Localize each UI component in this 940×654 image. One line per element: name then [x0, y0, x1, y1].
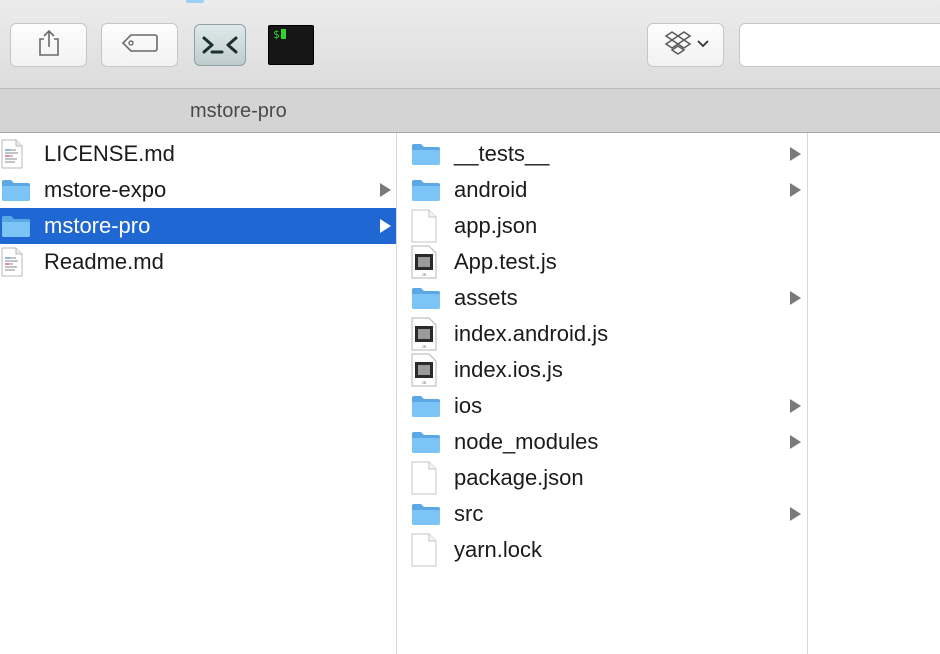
disclosure-arrow-icon — [790, 507, 801, 521]
disclosure-arrow-icon — [790, 147, 801, 161]
file-row-node-modules[interactable]: node_modules — [397, 424, 807, 460]
disclosure-arrow-icon — [380, 183, 391, 197]
file-name: app.json — [454, 213, 538, 238]
file-name: App.test.js — [454, 249, 557, 274]
column-mstore-pro[interactable]: __tests__android app.json JS App.test.js ass… — [397, 133, 808, 654]
terminal-prompt: $ — [273, 28, 280, 41]
text-document-icon — [1, 139, 23, 169]
folder-icon — [411, 502, 441, 526]
folder-icon — [1, 178, 31, 202]
file-row-src[interactable]: src — [397, 496, 807, 532]
file-row-mstore-pro[interactable]: mstore-pro — [0, 208, 396, 244]
javascript-file-icon: JS — [411, 245, 437, 279]
folder-icon — [411, 430, 441, 454]
document-icon — [411, 533, 437, 567]
toolbar: $ — [0, 0, 940, 88]
javascript-file-icon: JS — [411, 317, 437, 351]
folder-icon — [411, 142, 441, 166]
file-row-license-md[interactable]: LICENSE.md — [0, 136, 396, 172]
file-name: node_modules — [454, 429, 599, 454]
file-row-assets[interactable]: assets — [397, 280, 807, 316]
dropbox-icon — [662, 30, 696, 61]
svg-text:JS: JS — [422, 272, 427, 277]
disclosure-arrow-icon — [790, 183, 801, 197]
column-parent[interactable]: LICENSE.md mstore-expo mstore-pro Readme.md — [0, 133, 397, 654]
file-row-index-ios-js[interactable]: JS index.ios.js — [397, 352, 807, 388]
svg-text:JS: JS — [422, 344, 427, 349]
file-row-mstore-expo[interactable]: mstore-expo — [0, 172, 396, 208]
folder-icon — [411, 394, 441, 418]
chevron-down-icon — [696, 36, 710, 54]
file-row-package-json[interactable]: package.json — [397, 460, 807, 496]
folder-icon — [411, 178, 441, 202]
vscode-icon[interactable] — [194, 24, 246, 66]
file-row-yarn-lock[interactable]: yarn.lock — [397, 532, 807, 568]
file-row-readme-md[interactable]: Readme.md — [0, 244, 396, 280]
file-row-android[interactable]: android — [397, 172, 807, 208]
tag-button[interactable] — [101, 23, 178, 67]
text-document-icon — [1, 247, 23, 277]
file-row-tests[interactable]: __tests__ — [397, 136, 807, 172]
file-name: __tests__ — [454, 141, 550, 166]
file-row-app-json[interactable]: app.json — [397, 208, 807, 244]
file-name: assets — [454, 285, 518, 310]
file-name: index.ios.js — [454, 357, 563, 382]
path-bar: mstore-pro — [0, 88, 940, 133]
terminal-cursor — [280, 29, 286, 39]
document-icon — [411, 461, 437, 495]
file-name: android — [454, 177, 528, 202]
terminal-icon[interactable]: $ — [268, 25, 314, 65]
file-name: package.json — [454, 465, 584, 490]
disclosure-arrow-icon — [790, 399, 801, 413]
share-icon — [36, 28, 62, 63]
file-name: yarn.lock — [454, 537, 543, 562]
javascript-file-icon: JS — [411, 353, 437, 387]
disclosure-arrow-icon — [790, 435, 801, 449]
svg-text:JS: JS — [422, 380, 427, 385]
file-name: LICENSE.md — [44, 141, 175, 166]
window-title-icon — [186, 0, 204, 4]
file-name: mstore-pro — [44, 213, 151, 238]
folder-icon — [1, 214, 31, 238]
document-icon — [411, 209, 437, 243]
column-empty[interactable] — [808, 133, 940, 654]
dropbox-button[interactable] — [647, 23, 724, 67]
file-row-app-test-js[interactable]: JS App.test.js — [397, 244, 807, 280]
tag-icon — [121, 33, 159, 58]
file-row-ios[interactable]: ios — [397, 388, 807, 424]
search-field[interactable] — [739, 23, 940, 67]
window-title: mstore-pro — [190, 100, 287, 122]
file-name: mstore-expo — [44, 177, 167, 202]
disclosure-arrow-icon — [790, 291, 801, 305]
file-name: ios — [454, 393, 483, 418]
file-name: index.android.js — [454, 321, 609, 346]
disclosure-arrow-icon — [380, 219, 391, 233]
file-row-index-android-js[interactable]: JS index.android.js — [397, 316, 807, 352]
folder-icon — [411, 286, 441, 310]
share-button[interactable] — [10, 23, 87, 67]
file-name: Readme.md — [44, 249, 164, 274]
file-name: src — [454, 501, 484, 526]
